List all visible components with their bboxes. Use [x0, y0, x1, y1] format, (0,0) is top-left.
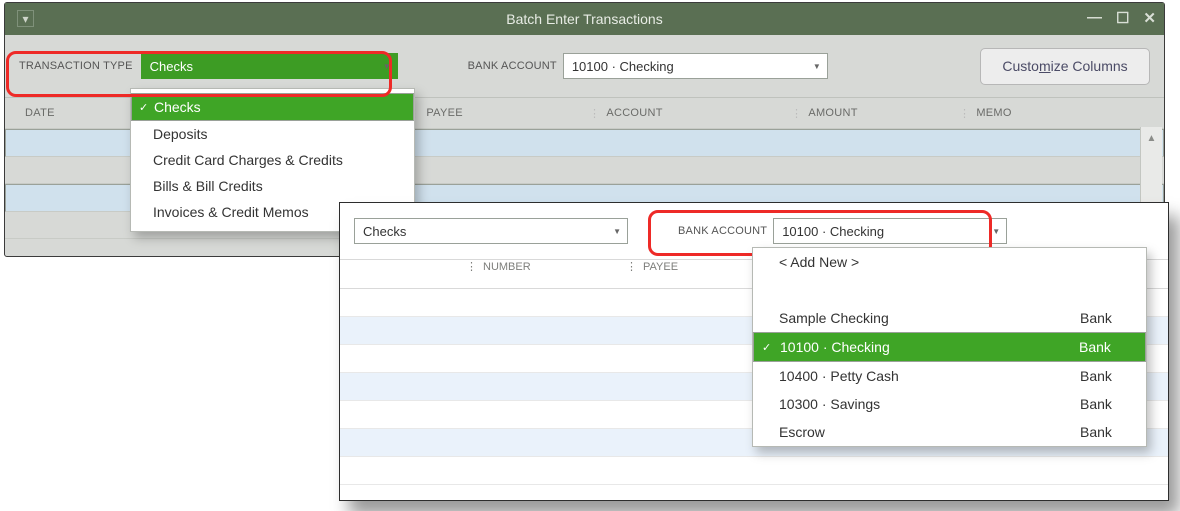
tt-option-checks[interactable]: ✓Checks [131, 93, 414, 121]
ba-option-sample[interactable]: Sample CheckingBank [753, 304, 1146, 332]
ba-blank [753, 276, 1146, 304]
chevron-down-icon: ▼ [613, 227, 621, 236]
bank-account-select[interactable]: 10100 · Checking ▼ [563, 53, 828, 79]
table-row[interactable] [340, 457, 1168, 485]
check-icon: ✓ [762, 341, 771, 354]
maximize-icon[interactable]: ☐ [1116, 9, 1129, 27]
overlay-tt-value: Checks [363, 224, 406, 239]
overlay-bank-account-select[interactable]: 10100 · Checking ▼ [773, 218, 1007, 244]
transaction-type-label: TRANSACTION TYPE [19, 60, 133, 72]
minimize-icon[interactable]: — [1087, 9, 1102, 27]
bank-account-value: 10100 · Checking [572, 59, 674, 74]
bank-account-menu: < Add New > Sample CheckingBank ✓10100 ·… [752, 247, 1147, 447]
check-icon: ✓ [139, 101, 148, 114]
col-payee: PAYEE [426, 107, 463, 119]
ba-option-savings[interactable]: 10300 · SavingsBank [753, 390, 1146, 418]
chevron-down-icon: ▼ [992, 227, 1000, 236]
col-date: DATE [25, 107, 55, 119]
tt-option-cc[interactable]: Credit Card Charges & Credits [131, 147, 414, 173]
overlay-transaction-type-select[interactable]: Checks ▼ [354, 218, 628, 244]
ba-option-petty[interactable]: 10400 · Petty CashBank [753, 362, 1146, 390]
col-payee: PAYEE [643, 261, 678, 273]
scroll-up-icon[interactable]: ▲ [1141, 127, 1162, 149]
customize-columns-button[interactable]: Customize Columns [980, 48, 1150, 85]
window-title: Batch Enter Transactions [5, 11, 1164, 27]
ba-option-checking[interactable]: ✓10100 · CheckingBank [753, 332, 1146, 362]
col-memo: MEMO [976, 107, 1011, 119]
window-menu-icon[interactable]: ▾ [17, 10, 34, 27]
transaction-type-value: Checks [150, 59, 193, 74]
col-number: NUMBER [483, 261, 531, 273]
customize-columns-label: Customize Columns [1002, 58, 1127, 74]
col-account: ACCOUNT [606, 107, 663, 119]
tt-option-bills[interactable]: Bills & Bill Credits [131, 173, 414, 199]
chevron-down-icon: ▼ [813, 62, 821, 71]
tt-option-deposits[interactable]: Deposits [131, 121, 414, 147]
col-amount: AMOUNT [808, 107, 857, 119]
chevron-down-icon: ▼ [383, 62, 391, 71]
overlay-bank-account-label: BANK ACCOUNT [678, 225, 767, 237]
ba-add-new[interactable]: < Add New > [753, 248, 1146, 276]
transaction-type-select[interactable]: Checks ▼ [141, 53, 398, 79]
ba-option-escrow[interactable]: EscrowBank [753, 418, 1146, 446]
close-icon[interactable]: ✕ [1143, 9, 1156, 27]
bank-account-label: BANK ACCOUNT [468, 60, 557, 72]
titlebar: ▾ Batch Enter Transactions — ☐ ✕ [5, 3, 1164, 35]
overlay-ba-value: 10100 · Checking [782, 224, 884, 239]
